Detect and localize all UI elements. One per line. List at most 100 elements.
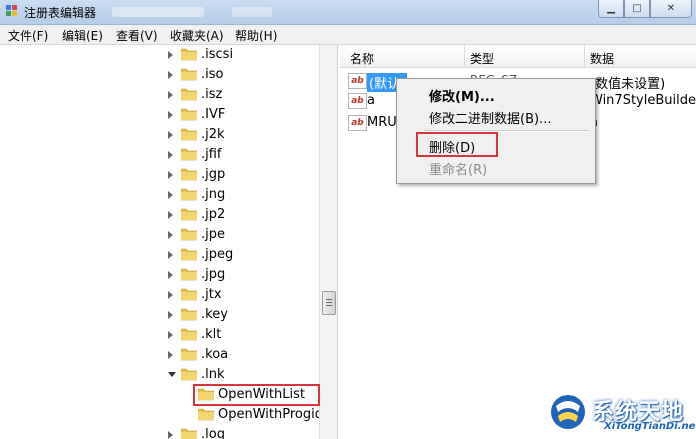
tree-item-label: .IVF bbox=[201, 107, 226, 122]
tree-item-label: .iso bbox=[201, 67, 224, 82]
watermark-logo-icon bbox=[551, 395, 585, 429]
menu-edit[interactable]: 编辑(E) bbox=[62, 27, 103, 44]
tree-item[interactable]: .log bbox=[0, 425, 320, 439]
collapsed-arrow-icon[interactable] bbox=[168, 431, 173, 439]
folder-icon bbox=[180, 88, 198, 101]
folder-icon bbox=[180, 168, 198, 181]
collapsed-arrow-icon[interactable] bbox=[168, 351, 173, 359]
folder-icon bbox=[180, 348, 198, 361]
folder-icon bbox=[180, 128, 198, 141]
string-value-icon: ab bbox=[348, 115, 367, 131]
tree-item-label: .iscsi bbox=[201, 47, 234, 62]
minimize-button[interactable]: ▁ bbox=[598, 0, 624, 18]
tree-item[interactable]: .koa bbox=[0, 345, 320, 365]
tree-item[interactable]: .klt bbox=[0, 325, 320, 345]
tree-item[interactable]: .jpg bbox=[0, 265, 320, 285]
tree-item[interactable]: .lnk bbox=[0, 365, 320, 385]
tree-item-label: .key bbox=[201, 307, 228, 322]
string-value-icon: ab bbox=[348, 93, 367, 109]
collapsed-arrow-icon[interactable] bbox=[168, 251, 173, 259]
tree-scrollbar[interactable] bbox=[319, 45, 337, 439]
collapsed-arrow-icon[interactable] bbox=[168, 231, 173, 239]
collapsed-arrow-icon[interactable] bbox=[168, 211, 173, 219]
tree-item-label: .jpe bbox=[201, 227, 225, 242]
tree-item[interactable]: .iso bbox=[0, 65, 320, 85]
value-data: Win7StyleBuilder.e bbox=[590, 93, 696, 108]
tree-item-label: .log bbox=[201, 427, 225, 439]
highlight-box-delete bbox=[416, 132, 498, 157]
menu-file[interactable]: 文件(F) bbox=[8, 27, 48, 44]
regedit-icon bbox=[6, 5, 17, 16]
menu-item-modify[interactable]: 修改(M)... bbox=[429, 86, 495, 105]
header-name[interactable]: 名称 bbox=[350, 50, 374, 67]
collapsed-arrow-icon[interactable] bbox=[168, 191, 173, 199]
menu-bar: 文件(F) 编辑(E) 查看(V) 收藏夹(A) 帮助(H) bbox=[0, 25, 696, 45]
tree-item-label: .koa bbox=[201, 347, 229, 362]
tree-item-label: .jgp bbox=[201, 167, 226, 182]
tree-item-label: .jtx bbox=[201, 287, 222, 302]
tree-item[interactable]: .jfif bbox=[0, 145, 320, 165]
tree-item-label: .jng bbox=[201, 187, 226, 202]
registry-tree[interactable]: .iscsi .iso .isz .IVF .j2k .jfif .jgp .jng .jp2.… bbox=[0, 45, 338, 439]
tree-item[interactable]: .jpe bbox=[0, 225, 320, 245]
blurred-region bbox=[232, 7, 272, 17]
string-value-icon: ab bbox=[348, 73, 367, 89]
tree-item-label: .jpg bbox=[201, 267, 226, 282]
folder-icon bbox=[180, 268, 198, 281]
tree-item-label: .j2k bbox=[201, 127, 225, 142]
menu-help[interactable]: 帮助(H) bbox=[235, 27, 277, 44]
tree-item-label: OpenWithProgids bbox=[218, 407, 330, 422]
folder-icon bbox=[180, 328, 198, 341]
collapsed-arrow-icon[interactable] bbox=[168, 331, 173, 339]
folder-icon bbox=[180, 108, 198, 121]
tree-item[interactable]: .IVF bbox=[0, 105, 320, 125]
tree-item-label: .jfif bbox=[201, 147, 222, 162]
tree-item-label: .isz bbox=[201, 87, 223, 102]
collapsed-arrow-icon[interactable] bbox=[168, 131, 173, 139]
tree-item[interactable]: .jng bbox=[0, 185, 320, 205]
header-data[interactable]: 数据 bbox=[590, 50, 614, 67]
collapsed-arrow-icon[interactable] bbox=[168, 291, 173, 299]
maximize-button[interactable]: □ bbox=[624, 0, 650, 18]
scrollbar-thumb[interactable] bbox=[322, 291, 336, 315]
tree-item[interactable]: .key bbox=[0, 305, 320, 325]
tree-item[interactable]: .iscsi bbox=[0, 45, 320, 65]
menu-item-modify-binary[interactable]: 修改二进制数据(B)... bbox=[429, 108, 551, 127]
tree-item[interactable]: .jpeg bbox=[0, 245, 320, 265]
collapsed-arrow-icon[interactable] bbox=[168, 311, 173, 319]
folder-icon bbox=[180, 208, 198, 221]
collapsed-arrow-icon[interactable] bbox=[168, 151, 173, 159]
collapsed-arrow-icon[interactable] bbox=[168, 51, 173, 59]
collapsed-arrow-icon[interactable] bbox=[168, 111, 173, 119]
close-button[interactable]: ✕ bbox=[650, 0, 692, 18]
tree-item[interactable]: .j2k bbox=[0, 125, 320, 145]
tree-item[interactable]: .isz bbox=[0, 85, 320, 105]
folder-icon bbox=[180, 48, 198, 61]
tree-item[interactable]: .jtx bbox=[0, 285, 320, 305]
context-menu: 修改(M)... 修改二进制数据(B)... 删除(D) 重命名(R) bbox=[396, 78, 596, 184]
folder-icon bbox=[180, 368, 198, 381]
tree-item[interactable]: .jp2 bbox=[0, 205, 320, 225]
highlight-box-openwithlist bbox=[193, 384, 320, 406]
folder-icon bbox=[180, 188, 198, 201]
window-title: 注册表编辑器 bbox=[24, 6, 97, 20]
tree-item[interactable]: OpenWithProgids bbox=[0, 405, 330, 425]
value-name: a bbox=[367, 93, 375, 108]
collapsed-arrow-icon[interactable] bbox=[168, 171, 173, 179]
collapsed-arrow-icon[interactable] bbox=[168, 271, 173, 279]
folder-icon bbox=[180, 248, 198, 261]
tree-item[interactable]: .jgp bbox=[0, 165, 320, 185]
menu-item-rename[interactable]: 重命名(R) bbox=[429, 159, 487, 178]
tree-item-label: .jp2 bbox=[201, 207, 226, 222]
watermark: 系统天地 XiTongTianDi.net bbox=[546, 390, 696, 439]
collapsed-arrow-icon[interactable] bbox=[168, 91, 173, 99]
folder-icon bbox=[180, 288, 198, 301]
menu-favorites[interactable]: 收藏夹(A) bbox=[170, 27, 224, 44]
expanded-arrow-icon[interactable] bbox=[168, 372, 176, 377]
window-controls: ▁ □ ✕ bbox=[598, 0, 692, 18]
menu-view[interactable]: 查看(V) bbox=[116, 27, 158, 44]
collapsed-arrow-icon[interactable] bbox=[168, 71, 173, 79]
tree-item-label: .jpeg bbox=[201, 247, 234, 262]
value-name: MRU bbox=[367, 115, 397, 130]
header-type[interactable]: 类型 bbox=[470, 50, 494, 67]
